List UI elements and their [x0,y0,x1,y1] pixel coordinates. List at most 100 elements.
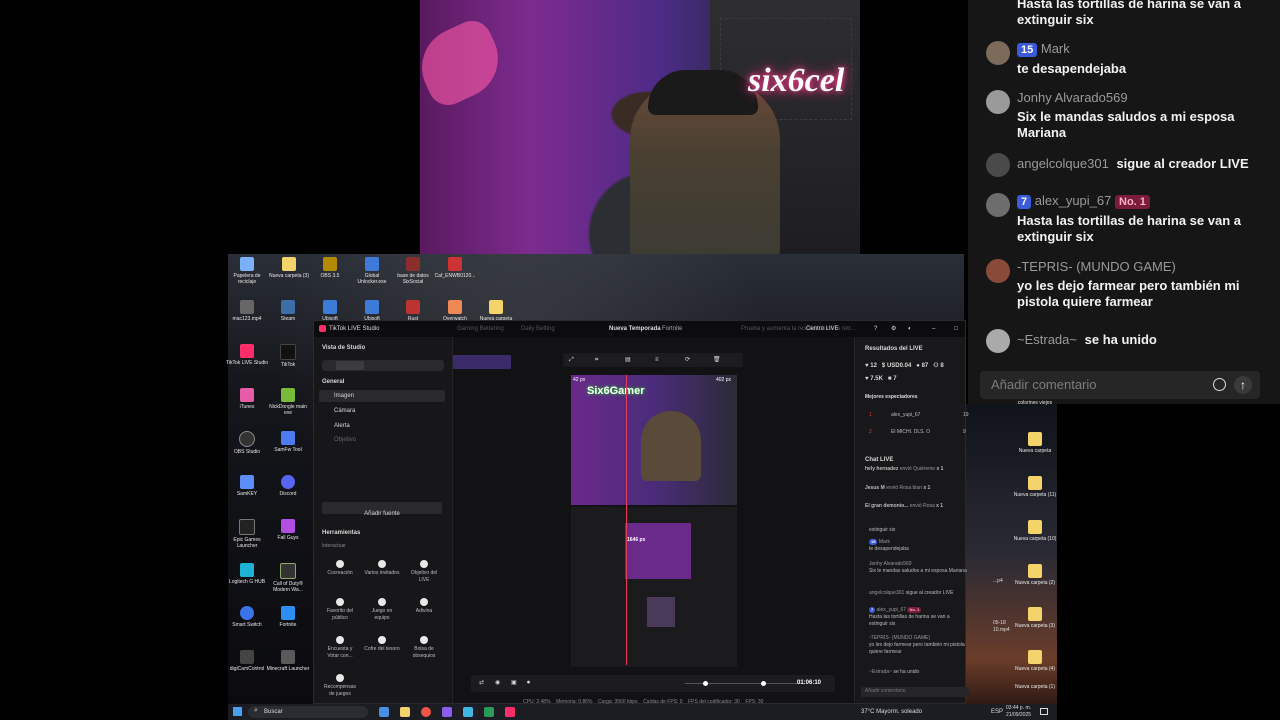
source-item[interactable]: Objetivo [334,436,356,444]
tool-gift-bag[interactable]: Bolsa de obsequios [406,633,442,663]
layers-icon[interactable]: ▤ [625,356,631,364]
gear-icon[interactable]: ⚙ [891,321,896,337]
app-taskbar-icon[interactable] [484,707,494,717]
desktop-icon[interactable]: Global Unlocker.exe [350,257,394,285]
align-icon[interactable]: ≡ [655,356,659,364]
desktop-icon[interactable]: Nueva carpeta (4) [1013,650,1057,672]
chat-username[interactable]: ~Estrada~ [1017,332,1077,347]
desktop-icon[interactable]: Ubisoft [350,300,394,322]
tool-game-rewards[interactable]: Recompensas de juegos [322,671,358,701]
desktop-icon[interactable]: TikTok LIVE Studio [225,344,269,366]
desktop-icon[interactable]: digiCamControl [225,650,269,672]
language-indicator[interactable]: ESP [991,709,1003,715]
record-icon[interactable]: ⏺ [527,679,530,687]
stream-preview[interactable]: Six6Gamer 42 px 402 px [571,375,737,505]
rotate-icon[interactable]: ⟳ [685,356,690,364]
desktop-icon[interactable]: Epic Games Launcher [225,519,269,549]
desktop-icon[interactable]: Rust [391,300,435,322]
chat-username[interactable]: angelcolque301 [1017,156,1109,171]
desktop-icon[interactable]: Caf_ENWB0120... [433,257,477,279]
desktop-icon[interactable]: Fortnite [266,606,310,628]
desktop-icon[interactable]: Discord [266,475,310,497]
chrome-icon[interactable] [421,707,431,717]
tab[interactable]: Daily Betting [521,321,555,337]
desktop-icon[interactable]: Nueva carpeta [1013,432,1057,454]
desktop-icon[interactable]: TikTok [266,344,310,368]
crop-icon[interactable]: ⌗ [595,356,598,364]
viewer-name[interactable]: alex_yupi_67 [891,412,920,419]
desktop-icon[interactable]: Minecraft Launcher [266,650,310,672]
tool-cocreation[interactable]: Cocreación [322,557,358,587]
desktop-icon[interactable]: OBS 3.5 [308,257,352,279]
desktop-icon[interactable]: Nueva carpeta (1) [1013,684,1057,690]
studio-comment-input[interactable]: Añadir comentario [861,687,969,697]
chat-username[interactable]: -TEPRIS- (MUNDO GAME) [986,259,1268,275]
app-taskbar-icon[interactable] [463,707,473,717]
windows-start-icon[interactable] [233,707,242,716]
emoji-icon[interactable] [1213,378,1226,391]
tool-team-game[interactable]: Juego en equipo [364,595,400,625]
general-section[interactable]: General [322,378,344,386]
desktop-icon[interactable]: SamFw Tool [266,431,310,453]
mic-icon[interactable]: ◉ [495,679,500,687]
clock[interactable]: 03:44 p. m. 21/09/2025 [1006,705,1031,719]
view-toggle[interactable] [322,360,444,371]
file-explorer-icon[interactable] [400,707,410,717]
tool-poll[interactable]: Encuesta y Votar con... [322,633,358,663]
source-item[interactable]: Alerta [334,422,350,430]
add-source-button[interactable]: Añadir fuente [322,502,442,517]
tab[interactable]: Gaming Bettering [457,321,504,337]
desktop-icon[interactable]: Nueva carpeta (3) [267,257,311,279]
weather-widget[interactable]: 37°C Mayorm. soleado [861,709,922,715]
desktop-icon[interactable]: iTunes [225,388,269,410]
desktop-icon[interactable]: SamKEY [225,475,269,497]
desktop-icon[interactable]: Ubisoft [308,300,352,322]
desktop-icon[interactable]: Steam [266,300,310,322]
source-item[interactable]: Imagen [319,390,445,402]
viewer-name[interactable]: El MICHI. DLS. O [891,429,930,436]
desktop-icon[interactable]: Smart Switch [225,606,269,628]
comment-input[interactable]: Añadir comentario ↑ [980,371,1260,399]
centro-live-button[interactable]: Centro LIVE [806,321,839,337]
desktop-icon[interactable]: Logitech G HUB [225,563,269,585]
desktop-icon[interactable]: Nueva carpeta (10) [1013,520,1057,542]
desktop-icon[interactable]: Nueva carpeta [474,300,518,322]
portrait-view-icon[interactable] [336,361,364,370]
desktop-icon[interactable]: Nueva carpeta (11) [1013,476,1057,498]
tool-multi-guest[interactable]: Varios invitados [364,557,400,587]
search-box[interactable]: ⌕ Buscar [248,706,368,718]
desktop-icon[interactable]: mac123.mp4 [225,300,269,322]
desktop-icon[interactable]: NickDongle main exe [266,388,310,416]
delete-icon[interactable]: 🗑 [713,356,721,364]
app-taskbar-icon[interactable] [442,707,452,717]
tool-guess[interactable]: Adivina [406,595,442,625]
tiktok-studio-taskbar-icon[interactable] [505,707,515,717]
desktop-file-label[interactable]: 05-18 [993,620,1006,627]
desktop-icon[interactable]: colorines viejos [1013,400,1057,406]
chat-username[interactable]: Jonhy Alvarado569 [986,90,1268,106]
desktop-icon[interactable]: Nueva carpeta (2) [1013,564,1057,586]
app-taskbar-icon[interactable] [379,707,389,717]
desktop-icon[interactable]: base de datos SixSocial [391,257,435,285]
send-arrow-icon[interactable]: ↑ [1234,376,1252,394]
shuffle-icon[interactable]: ⇄ [479,679,484,687]
volume-knob[interactable] [703,681,708,686]
help-icon[interactable]: ? [874,321,877,337]
desktop-icon[interactable]: Call of Duty® Modern Wa... [266,563,310,593]
desktop-icon[interactable]: Papelera de reciclaje [225,257,269,285]
mic-volume-knob[interactable] [761,681,766,686]
notification-icon[interactable] [1040,708,1048,715]
settings-icon[interactable]: ◐ [908,321,912,337]
camera-icon[interactable]: ▣ [511,679,517,687]
desktop-file-label[interactable]: ...p4 [993,578,1003,585]
tool-treasure-chest[interactable]: Cofre del tesoro [364,633,400,663]
desktop-icon[interactable]: OBS Studio [225,431,269,455]
tool-public-favorite[interactable]: Favorito del público [322,595,358,625]
desktop-icon[interactable]: Overwatch [433,300,477,322]
chat-username[interactable]: alex_yupi_67 [1035,193,1112,208]
view-selector[interactable]: Vista de Studio [322,344,365,352]
desktop-icon[interactable]: Fall Guys [266,519,310,541]
desktop-file-label[interactable]: 10.mp4 [993,627,1010,634]
chat-username[interactable]: Mark [1041,41,1070,56]
scene-thumbnail[interactable] [453,355,511,369]
